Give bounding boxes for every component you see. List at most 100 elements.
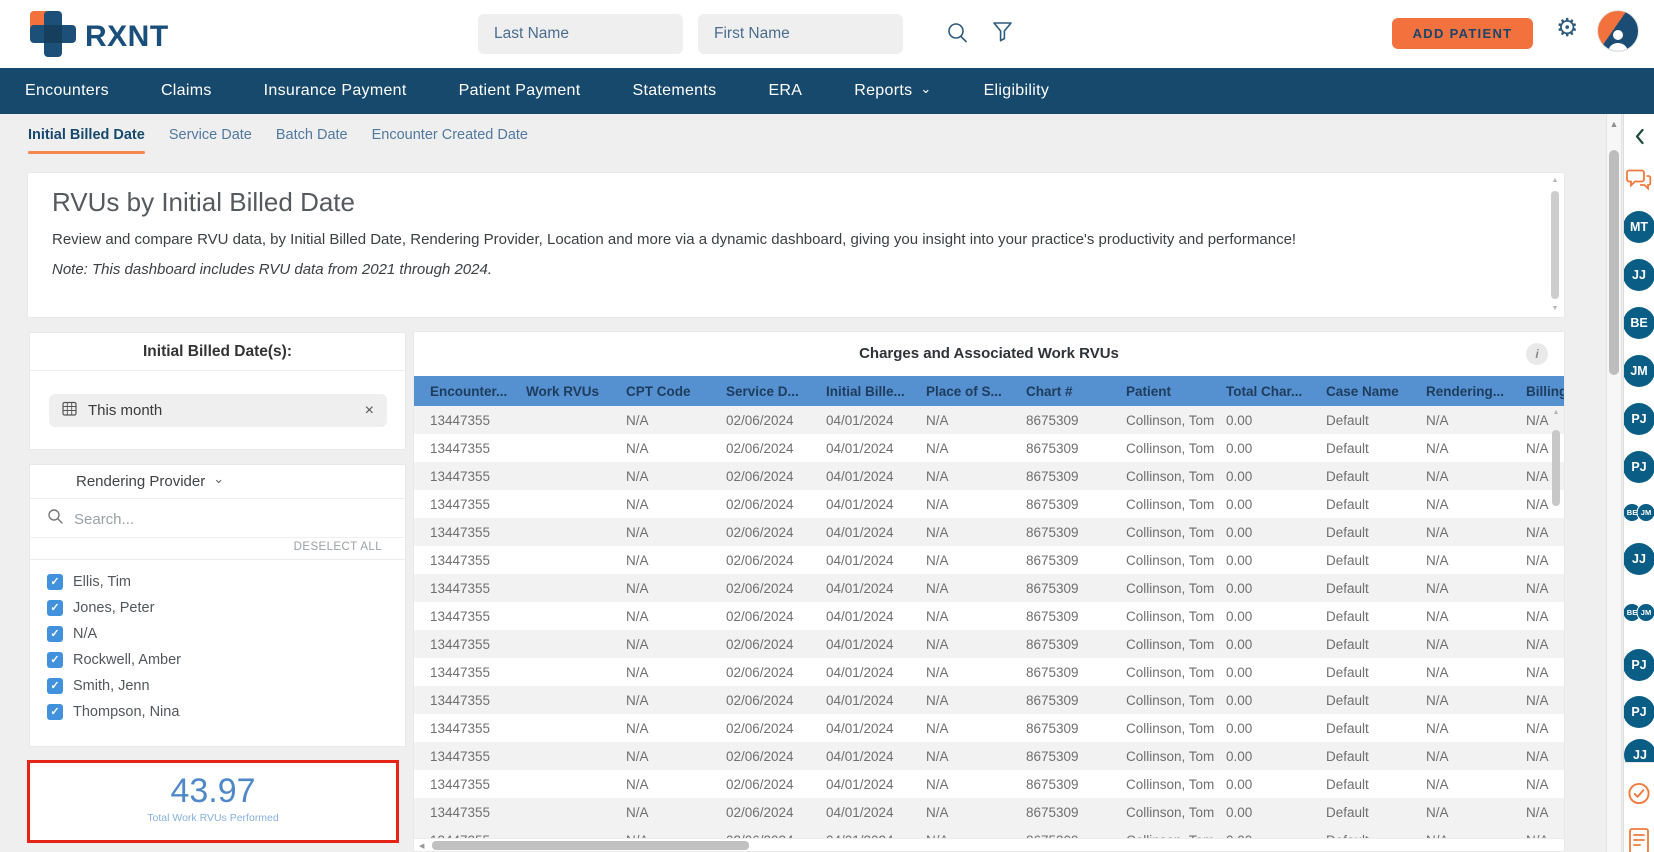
page-vertical-scrollbar[interactable]: ▲ <box>1606 114 1622 852</box>
table-row[interactable]: 13447355 N/A 02/06/2024 04/01/2024 N/A 867530… <box>414 406 1564 434</box>
header-cell-initial-bille[interactable]: Initial Bille... <box>814 384 914 399</box>
nav-item-encounters[interactable]: Encounters <box>25 82 109 100</box>
contact-avatar-jm[interactable]: JM <box>1636 603 1654 622</box>
provider-row-smith-jenn[interactable]: ✓ Smith, Jenn <box>47 673 405 699</box>
contact-avatar-pj[interactable]: PJ <box>1624 649 1654 681</box>
header-cell-work-rvus[interactable]: Work RVUs <box>514 384 614 399</box>
nav-item-eligibility[interactable]: Eligibility <box>984 82 1050 100</box>
contact-avatar-jj[interactable]: JJ <box>1624 739 1654 762</box>
nav-item-claims[interactable]: Claims <box>161 82 212 100</box>
header-cell-patient[interactable]: Patient <box>1114 384 1214 399</box>
scroll-up-icon[interactable]: ▲ <box>1551 408 1561 418</box>
provider-search-input[interactable] <box>74 510 324 528</box>
header-cell-encounter[interactable]: Encounter... <box>414 384 514 399</box>
table-row[interactable]: 13447355 N/A 02/06/2024 04/01/2024 N/A 867530… <box>414 462 1564 490</box>
table-row[interactable]: 13447355 N/A 02/06/2024 04/01/2024 N/A 867530… <box>414 714 1564 742</box>
table-row[interactable]: 13447355 N/A 02/06/2024 04/01/2024 N/A 867530… <box>414 742 1564 770</box>
scroll-up-icon[interactable]: ▲ <box>1550 176 1560 186</box>
table-row[interactable]: 13447355 N/A 02/06/2024 04/01/2024 N/A 867530… <box>414 686 1564 714</box>
user-avatar[interactable] <box>1597 10 1639 52</box>
search-icon[interactable] <box>946 21 970 50</box>
contact-avatar-partial[interactable]: JJ <box>1624 739 1654 762</box>
contact-avatar-jm[interactable]: JM <box>1624 355 1654 387</box>
date-range-chip[interactable]: This month × <box>49 394 387 427</box>
provider-filter-header[interactable]: Rendering Provider ⌄ <box>30 465 405 499</box>
contact-avatar-jj[interactable]: JJ <box>1624 259 1654 291</box>
scroll-left-icon[interactable]: ◀ <box>419 842 424 850</box>
scrollbar-thumb[interactable] <box>432 841 749 850</box>
check-circle-icon[interactable] <box>1628 782 1651 810</box>
scrollbar-thumb[interactable] <box>1609 150 1619 375</box>
table-row[interactable]: 13447355 N/A 02/06/2024 04/01/2024 N/A 867530… <box>414 546 1564 574</box>
contact-avatar-pj[interactable]: PJ <box>1624 451 1654 483</box>
nav-item-patient-payment[interactable]: Patient Payment <box>459 82 581 100</box>
last-name-input[interactable] <box>478 14 683 54</box>
provider-row-jones-peter[interactable]: ✓ Jones, Peter <box>47 595 405 621</box>
header-cell-case-name[interactable]: Case Name <box>1314 384 1414 399</box>
table-row[interactable]: 13447355 N/A 02/06/2024 04/01/2024 N/A 867530… <box>414 434 1564 462</box>
table-row[interactable]: 13447355 N/A 02/06/2024 04/01/2024 N/A 867530… <box>414 602 1564 630</box>
contact-avatar-pj[interactable]: PJ <box>1624 403 1654 435</box>
scroll-down-icon[interactable]: ▼ <box>1550 304 1560 314</box>
header-cell-service-d[interactable]: Service D... <box>714 384 814 399</box>
filter-icon[interactable] <box>992 21 1013 48</box>
table-row[interactable]: 13447355 N/A 02/06/2024 04/01/2024 N/A 867530… <box>414 574 1564 602</box>
tab-initial-billed-date[interactable]: Initial Billed Date <box>28 114 145 155</box>
scroll-up-icon[interactable]: ▲ <box>1607 114 1621 129</box>
contact-avatar-mt[interactable]: MT <box>1624 211 1654 243</box>
checkbox-checked-icon[interactable]: ✓ <box>47 574 63 590</box>
scrollbar-thumb[interactable] <box>1551 191 1559 299</box>
checkbox-checked-icon[interactable]: ✓ <box>47 678 63 694</box>
nav-item-statements[interactable]: Statements <box>633 82 717 100</box>
checkbox-checked-icon[interactable]: ✓ <box>47 626 63 642</box>
add-patient-button[interactable]: ADD PATIENT <box>1392 18 1533 49</box>
table-row[interactable]: 13447355 N/A 02/06/2024 04/01/2024 N/A 867530… <box>414 770 1564 798</box>
collapse-panel-chevron-icon[interactable] <box>1634 128 1645 150</box>
nav-item-era[interactable]: ERA <box>768 82 802 100</box>
scrollbar-thumb[interactable] <box>1552 430 1560 506</box>
overview-scrollbar[interactable]: ▲ ▼ <box>1550 176 1560 314</box>
header-cell-cpt-code[interactable]: CPT Code <box>614 384 714 399</box>
checkbox-checked-icon[interactable]: ✓ <box>47 652 63 668</box>
tab-service-date[interactable]: Service Date <box>169 114 252 155</box>
contact-avatar-pj[interactable]: PJ <box>1624 696 1654 728</box>
tab-encounter-created-date[interactable]: Encounter Created Date <box>372 114 528 155</box>
table-horizontal-scrollbar[interactable]: ◀ <box>414 838 1564 851</box>
header-cell-rendering[interactable]: Rendering... <box>1414 384 1514 399</box>
rxnt-logo-mark-icon <box>30 11 76 62</box>
provider-row-n-a[interactable]: ✓ N/A <box>47 621 405 647</box>
provider-row-ellis-tim[interactable]: ✓ Ellis, Tim <box>47 569 405 595</box>
nav-item-reports[interactable]: Reports ⌄ <box>854 81 931 100</box>
contact-avatar-jm[interactable]: JM <box>1636 503 1654 522</box>
table-cell: 0.00 <box>1226 524 1253 540</box>
contact-avatar-pair[interactable]: BE JM <box>1624 603 1654 622</box>
nav-item-insurance-payment[interactable]: Insurance Payment <box>264 82 407 100</box>
contact-avatar-be[interactable]: BE <box>1624 307 1654 339</box>
table-vertical-scrollbar[interactable]: ▲ <box>1551 408 1561 835</box>
info-icon[interactable]: i <box>1526 343 1548 365</box>
contact-avatar-pair[interactable]: BE JM <box>1624 503 1654 522</box>
first-name-input[interactable] <box>698 14 903 54</box>
clear-date-icon[interactable]: × <box>365 402 374 419</box>
provider-row-thompson-nina[interactable]: ✓ Thompson, Nina <box>47 699 405 725</box>
table-row[interactable]: 13447355 N/A 02/06/2024 04/01/2024 N/A 867530… <box>414 518 1564 546</box>
header-cell-billing[interactable]: Billing... <box>1514 384 1564 399</box>
chat-icon[interactable] <box>1626 168 1652 198</box>
checkbox-checked-icon[interactable]: ✓ <box>47 600 63 616</box>
table-cell: N/A <box>626 748 649 764</box>
table-row[interactable]: 13447355 N/A 02/06/2024 04/01/2024 N/A 867530… <box>414 798 1564 826</box>
table-row[interactable]: 13447355 N/A 02/06/2024 04/01/2024 N/A 867530… <box>414 658 1564 686</box>
header-cell-place-of-s[interactable]: Place of S... <box>914 384 1014 399</box>
header-cell-chart[interactable]: Chart # <box>1014 384 1114 399</box>
rxnt-logo[interactable]: RXNT <box>30 11 169 62</box>
settings-gear-icon[interactable]: ⚙ <box>1556 16 1578 41</box>
deselect-all-button[interactable]: DESELECT ALL <box>30 538 405 560</box>
header-cell-total-char[interactable]: Total Char... <box>1214 384 1314 399</box>
provider-row-rockwell-amber[interactable]: ✓ Rockwell, Amber <box>47 647 405 673</box>
tab-batch-date[interactable]: Batch Date <box>276 114 348 155</box>
document-icon[interactable] <box>1628 828 1650 852</box>
checkbox-checked-icon[interactable]: ✓ <box>47 704 63 720</box>
contact-avatar-jj[interactable]: JJ <box>1624 543 1654 575</box>
table-row[interactable]: 13447355 N/A 02/06/2024 04/01/2024 N/A 867530… <box>414 490 1564 518</box>
table-row[interactable]: 13447355 N/A 02/06/2024 04/01/2024 N/A 867530… <box>414 630 1564 658</box>
